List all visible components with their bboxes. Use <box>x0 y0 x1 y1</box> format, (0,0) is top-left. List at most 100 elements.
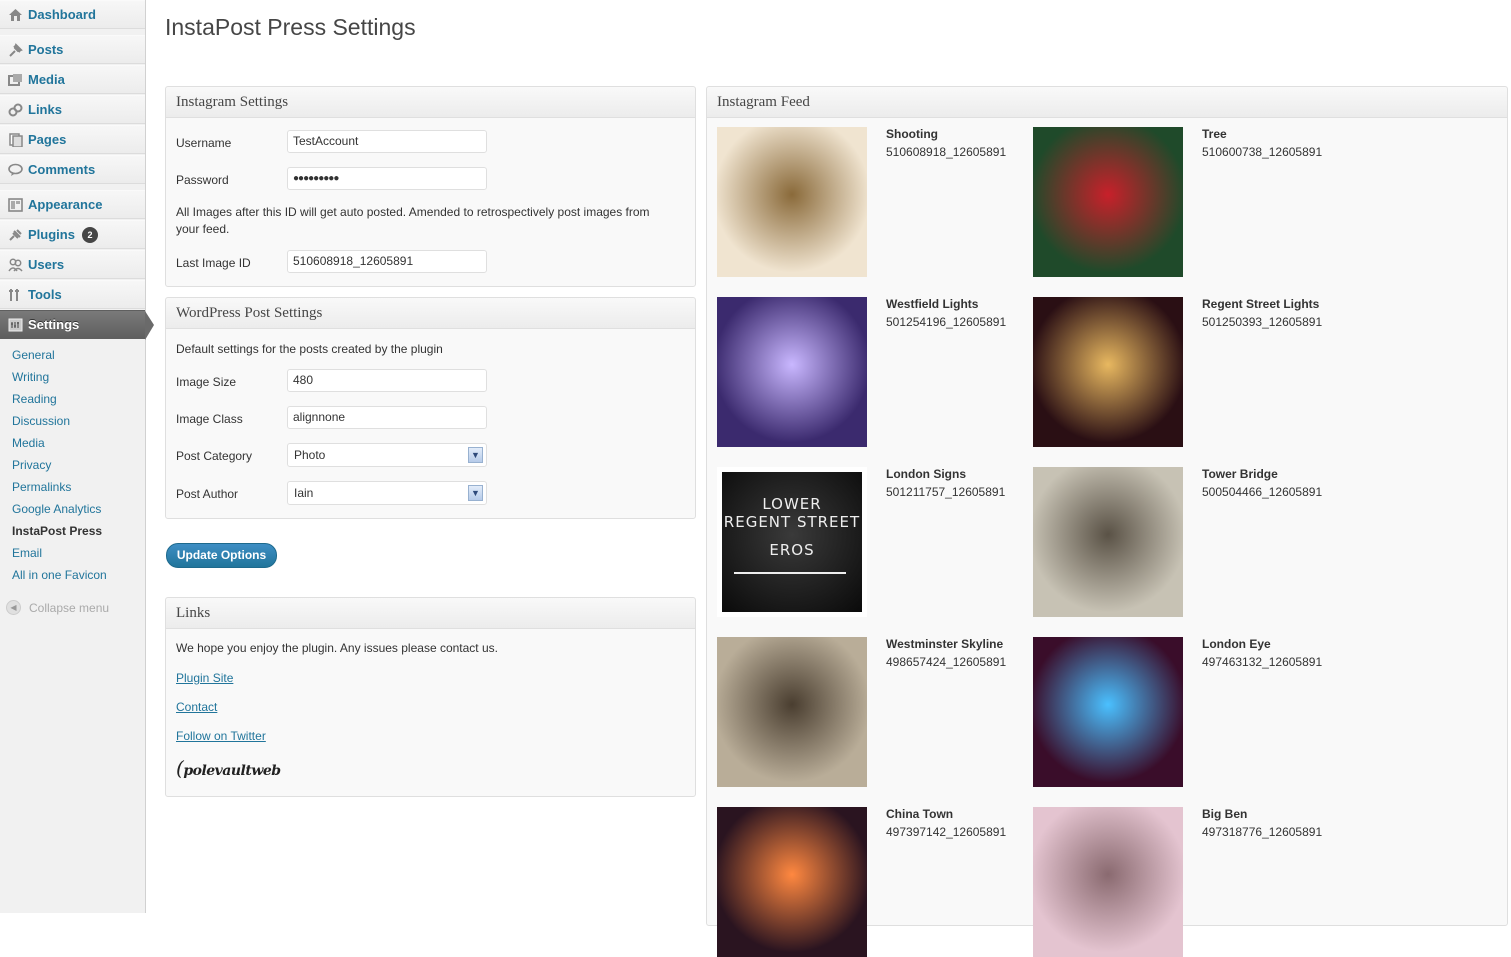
update-options-button[interactable]: Update Options <box>166 543 277 568</box>
polevaultweb-logo[interactable]: (polevaultweb <box>176 756 281 780</box>
feed-item-title: Westminster Skyline <box>886 637 1004 651</box>
posts-pin-icon <box>7 42 23 58</box>
menu-label: Tools <box>28 287 62 302</box>
submenu-privacy[interactable]: Privacy <box>12 458 51 472</box>
menu-label: Links <box>28 102 62 117</box>
post-author-label: Post Author <box>176 487 239 501</box>
submenu-media[interactable]: Media <box>12 436 45 450</box>
sign-text: EROS <box>769 541 815 559</box>
feed-photo-thumbnail[interactable] <box>1033 467 1183 617</box>
submenu-instapost-press[interactable]: InstaPost Press <box>12 524 102 538</box>
appearance-icon <box>7 197 23 213</box>
last-image-id-input[interactable]: 510608918_12605891 <box>287 250 487 273</box>
street-sign-photo: LOWER REGENT STREET EROS <box>722 472 862 612</box>
submenu-writing[interactable]: Writing <box>12 370 49 384</box>
settings-icon <box>7 317 23 333</box>
submenu-discussion[interactable]: Discussion <box>12 414 70 428</box>
menu-settings[interactable]: Settings <box>0 310 154 340</box>
menu-appearance[interactable]: Appearance <box>0 190 145 219</box>
comments-icon <box>7 162 23 178</box>
submenu-reading[interactable]: Reading <box>12 392 57 406</box>
menu-pages[interactable]: Pages <box>0 125 145 154</box>
instagram-feed-heading: Instagram Feed <box>707 87 1507 118</box>
menu-label: Media <box>28 72 65 87</box>
feed-photo-thumbnail[interactable] <box>717 637 867 787</box>
contact-link[interactable]: Contact <box>176 700 217 714</box>
feed-photo-thumbnail[interactable] <box>717 297 867 447</box>
menu-label: Pages <box>28 132 67 147</box>
menu-label: Users <box>28 257 65 272</box>
collapse-menu-button[interactable]: ◀ Collapse menu <box>6 600 109 615</box>
chevron-down-icon: ▼ <box>468 447 483 463</box>
collapse-arrow-icon: ◀ <box>6 600 21 615</box>
feed-photo-thumbnail[interactable] <box>717 807 867 957</box>
wordpress-post-settings-heading: WordPress Post Settings <box>166 298 695 329</box>
menu-label: Posts <box>28 42 64 57</box>
admin-sidebar: Dashboard Posts Media Links Pages Commen… <box>0 0 154 913</box>
menu-label: Appearance <box>28 197 103 212</box>
username-label: Username <box>176 136 232 150</box>
feed-item-id: 501250393_12605891 <box>1202 315 1323 329</box>
feed-photo-thumbnail[interactable] <box>1033 127 1183 277</box>
submenu-general[interactable]: General <box>12 348 55 362</box>
image-class-label: Image Class <box>176 412 243 426</box>
links-intro-text: We hope you enjoy the plugin. Any issues… <box>176 641 498 655</box>
feed-photo-thumbnail[interactable] <box>1033 807 1183 957</box>
submenu-all-in-one-favicon[interactable]: All in one Favicon <box>12 568 107 582</box>
image-class-input[interactable]: alignnone <box>287 406 487 429</box>
menu-users[interactable]: Users <box>0 250 145 279</box>
menu-tools[interactable]: Tools <box>0 280 145 309</box>
menu-comments[interactable]: Comments <box>0 155 145 184</box>
links-icon <box>7 102 23 118</box>
feed-photo-thumbnail[interactable] <box>1033 637 1183 787</box>
feed-item-id: 500504466_12605891 <box>1202 485 1323 499</box>
feed-item-title: Regent Street Lights <box>1202 297 1320 311</box>
post-author-select[interactable]: Iain ▼ <box>287 481 487 505</box>
plugins-icon <box>7 227 23 243</box>
menu-label: Plugins <box>28 227 75 242</box>
tools-icon <box>7 287 23 303</box>
password-label: Password <box>176 173 229 187</box>
dashboard-icon <box>7 7 23 23</box>
password-input[interactable]: ●●●●●●●●● <box>287 167 487 190</box>
feed-photo-thumbnail[interactable] <box>717 127 867 277</box>
plugin-site-link[interactable]: Plugin Site <box>176 671 233 685</box>
logo-text: polevaultweb <box>183 763 281 779</box>
menu-posts[interactable]: Posts <box>0 35 145 64</box>
feed-item-id: 510600738_12605891 <box>1202 145 1323 159</box>
submenu-permalinks[interactable]: Permalinks <box>12 480 71 494</box>
feed-item-title: London Eye <box>1202 637 1271 651</box>
username-input[interactable]: TestAccount <box>287 130 487 153</box>
menu-plugins[interactable]: Plugins 2 <box>0 220 145 249</box>
links-heading: Links <box>166 598 695 629</box>
feed-item-id: 498657424_12605891 <box>886 655 1007 669</box>
submenu-google-analytics[interactable]: Google Analytics <box>12 502 101 516</box>
image-size-input[interactable]: 480 <box>287 369 487 392</box>
post-category-select[interactable]: Photo ▼ <box>287 443 487 467</box>
submenu-email[interactable]: Email <box>12 546 42 560</box>
feed-item-id: 497397142_12605891 <box>886 825 1007 839</box>
image-size-label: Image Size <box>176 375 237 389</box>
feed-item-id: 497318776_12605891 <box>1202 825 1323 839</box>
feed-item-id: 510608918_12605891 <box>886 145 1007 159</box>
feed-item-id: 501254196_12605891 <box>886 315 1007 329</box>
media-icon <box>7 72 23 88</box>
last-image-description: All Images after this ID will get auto p… <box>176 205 650 236</box>
menu-label: Comments <box>28 162 96 177</box>
menu-dashboard[interactable]: Dashboard <box>0 0 145 29</box>
menu-label: Settings <box>28 317 80 332</box>
users-icon <box>7 257 23 273</box>
menu-media[interactable]: Media <box>0 65 145 94</box>
menu-links[interactable]: Links <box>0 95 145 124</box>
post-category-label: Post Category <box>176 449 253 463</box>
feed-photo-thumbnail[interactable]: LOWER REGENT STREET EROS <box>717 467 867 617</box>
post-category-value: Photo <box>294 448 326 462</box>
page-title: InstaPost Press Settings <box>165 14 416 40</box>
feed-item-id: 497463132_12605891 <box>1202 655 1323 669</box>
feed-photo-thumbnail[interactable] <box>1033 297 1183 447</box>
instagram-settings-box: Instagram Settings Username TestAccount … <box>165 86 696 287</box>
menu-label: Dashboard <box>28 7 96 22</box>
feed-item-id: 501211757_12605891 <box>886 485 1006 499</box>
feed-item-title: Shooting <box>886 127 938 141</box>
follow-twitter-link[interactable]: Follow on Twitter <box>176 729 266 743</box>
